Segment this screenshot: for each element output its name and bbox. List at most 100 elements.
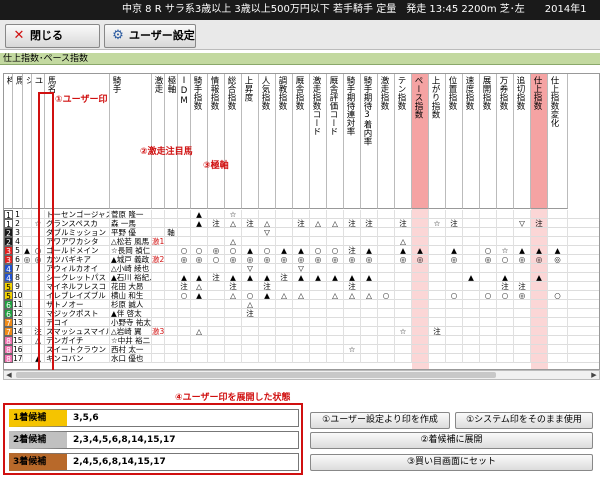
col-header-joshodo[interactable]: 上昇度 [242, 74, 259, 209]
expand-button[interactable]: ②着候補に展開 [310, 432, 593, 449]
table-row[interactable]: 4 7 アウィルカオイ △小崎 綾也 ▽ ▽ [4, 264, 599, 273]
cell-ten-shisu [395, 273, 412, 282]
scroll-right-icon[interactable]: ▶ [589, 371, 599, 379]
col-header-gokujiku[interactable]: 極軸 [165, 74, 178, 209]
col-header-chokyo-shisu[interactable]: 調教指数 [276, 74, 293, 209]
table-row[interactable]: 48シークレットパス▲石川 裕紀人▲▲注▲▲▲注▲▲▲▲▲▲▲▲ [4, 273, 599, 282]
cell-jockey: ▲伴 啓太 [110, 309, 152, 318]
col-header-shiage-shisu-henka[interactable]: 仕上指数変化 [548, 74, 568, 209]
col-header-ten-shisu[interactable]: テン指数 [395, 74, 412, 209]
close-button[interactable]: ✕ 閉じる [5, 24, 100, 48]
table-row[interactable]: 8 16 スイートクラウン 西村 太一 ☆ [4, 345, 599, 354]
cell-waku: 2 [4, 228, 13, 237]
user-settings-button[interactable]: ⚙ ユーザー設定 [104, 24, 196, 48]
cell-idm: ◎ [178, 255, 191, 264]
col-header-sokudo-shisu[interactable]: 速度指数 [463, 74, 480, 209]
table-row[interactable]: 1 2 ☆ グランスペスカ森 一馬 ▲ 注 △ 注 △ 注 △ △ 注注注 ☆ 注 ▽ 注 [4, 219, 599, 228]
cell-mankenn-shisu [497, 309, 514, 318]
cell-idm: ○ [178, 246, 191, 255]
cell-agari-shisu [429, 237, 446, 246]
cell-chishi-shisu [514, 336, 531, 345]
cell-ten-shisu [395, 228, 412, 237]
cell-kyusha-shisu: ◎ [293, 255, 310, 264]
col-header-kishu-kitai-rentai[interactable]: 騎手期待連対率 [344, 74, 361, 209]
col-header-ichi-shisu[interactable]: 位置指数 [446, 74, 463, 209]
col-header-waku[interactable]: 枠 [4, 74, 13, 209]
candidate-row-2[interactable]: 2着候補 2,3,4,5,6,8,14,15,17 [9, 431, 299, 449]
set-bet-button[interactable]: ③買い目画面にセット [310, 454, 593, 471]
col-header-ninki-shisu[interactable]: 人気指数 [259, 74, 276, 209]
col-header-jockey[interactable]: 騎手 [110, 74, 152, 209]
cell-uma: 4 [13, 237, 23, 246]
gear-icon: ⚙ [112, 28, 124, 43]
cell-sokudo-shisu [463, 264, 480, 273]
cell-gekisou-shisu [378, 246, 395, 255]
col-header-gekisou-code[interactable]: 激走指数コード [310, 74, 327, 209]
col-header-gekisou-shisu[interactable]: 激走指数 [378, 74, 395, 209]
col-header-shiage-shisu[interactable]: 仕上指数 [531, 74, 548, 209]
cell-ichi-shisu [446, 345, 463, 354]
col-header-kyusha-hyoka[interactable]: 厩舎評価コード [327, 74, 344, 209]
scroll-left-icon[interactable]: ◀ [4, 371, 14, 379]
cell-jockey: △小崎 綾也 [110, 264, 152, 273]
col-header-idm[interactable]: IDM [178, 74, 191, 209]
col-header-chishi-shisu[interactable]: 追切指数 [514, 74, 531, 209]
table-row[interactable]: 7 14 注スマッシュスマイル △岩崎 翼激3 △ ☆ 注 [4, 327, 599, 336]
cell-horse: ゴールドメイン [45, 246, 110, 255]
col-header-pace-shisu[interactable]: ペース指数 [412, 74, 429, 209]
col-header-uma[interactable]: 馬 [13, 74, 23, 209]
create-from-user-button[interactable]: ①ユーザー設定より印を作成 [310, 412, 450, 429]
cell-joshodo: 注 [242, 309, 259, 318]
cell-idm [178, 228, 191, 237]
cell-gekisou-shisu [378, 210, 395, 219]
cell-jockey: ▲城戸 義政 [110, 255, 152, 264]
cell-uma: 7 [13, 264, 23, 273]
col-header-kishu-shisu[interactable]: 騎手指数 [191, 74, 208, 209]
table-row[interactable]: 8 15 △ テンガイチ ☆中井 裕二 [4, 336, 599, 345]
table-row[interactable]: 2 3 ダブルミッション 平野 優 軸 ▽ [4, 228, 599, 237]
cell-kyusha-hyoka [327, 264, 344, 273]
table-row[interactable]: 3 6 ◎ ◎ カツバギキア ▲城戸 義政 激2 ◎ ◎ ○ ◎ ◎ ◎ ◎ ◎ ◎ ◎ ◎ ◎ ◎ ◎ ◎ ◎ ○ ◎ ◎ ◎ [4, 255, 599, 264]
cell-gokujiku [165, 318, 178, 327]
use-system-button[interactable]: ①システム印をそのまま使用 [455, 412, 593, 429]
table-row[interactable]: 3 5 ▲ ○ ゴールドメイン ☆長岡 禎仁 ○ ○ ◎ ○ ▲ ○ ▲ ▲ ○ ○ 注 ▲ ▲ ▲ ▲ ○ ☆ ▲ ▲ ▲ [4, 246, 599, 255]
cell-chishi-shisu: 注 [514, 282, 531, 291]
table-row[interactable]: 5 9 マイネルフレスコ 花田 大昂注 △ 注注注注注 [4, 282, 599, 291]
col-header-gekisou[interactable]: 激走 [152, 74, 165, 209]
cell-ninki-shisu [259, 237, 276, 246]
col-header-agari-shisu[interactable]: 上がり指数 [429, 74, 446, 209]
cell-pace-shisu [412, 210, 429, 219]
cell-kishu-shisu [191, 237, 208, 246]
table-row[interactable]: 1 1 トーセンゴージャス 菅原 隆一 ▲ ☆ [4, 210, 599, 219]
col-header-joho-shisu[interactable]: 情報指数 [208, 74, 225, 209]
table-row[interactable]: 8 17 ▲ キンコバン 水口 優也 [4, 354, 599, 363]
cell-joshodo [242, 237, 259, 246]
cell-gekisou [152, 291, 165, 300]
cell-gokujiku [165, 237, 178, 246]
table-row[interactable]: 2 4 アワアワカシタ △松若 風馬 激1 △ △ [4, 237, 599, 246]
table-row[interactable]: 6 12 マジックポスト ▲伴 啓太 注 [4, 309, 599, 318]
cell-chokyo-shisu [276, 219, 293, 228]
table-row[interactable]: 5 10 イレブレイズブル 横山 和生 ○ ▲ △ ○ ▲ △ △ △ △ △ ○ ○ ○ ○ ◎ ○ [4, 291, 599, 300]
col-header-tenkai-shisu[interactable]: 展開指数 [480, 74, 497, 209]
cell-uma: 13 [13, 318, 23, 327]
table-row[interactable]: 7 13 デコイ 小野寺 祐太 [4, 318, 599, 327]
col-header-mankenn-shisu[interactable]: 万券指数 [497, 74, 514, 209]
cell-ninki-shisu: ▲ [259, 273, 276, 282]
table-row[interactable]: 6 11 サトノオー 杉原 誠人 △ [4, 300, 599, 309]
candidate-label: 1着候補 [9, 410, 67, 426]
cell-pace-shisu [412, 300, 429, 309]
horizontal-scrollbar[interactable]: ◀ ▶ [3, 370, 600, 380]
col-header-sogo-shisu[interactable]: 総合指数 [225, 74, 242, 209]
col-header-kishu-kitai-3[interactable]: 騎手期待3着内率 [361, 74, 378, 209]
cell-chokyo-shisu [276, 345, 293, 354]
candidate-row-1[interactable]: 1着候補 3,5,6 [9, 409, 299, 427]
col-header-kyusha-shisu[interactable]: 厩舎指数 [293, 74, 310, 209]
scrollbar-thumb[interactable] [16, 372, 496, 378]
cell-ichi-shisu [446, 327, 463, 336]
cell-pace-shisu [412, 327, 429, 336]
col-header-shi[interactable]: シ [23, 74, 32, 209]
cell-idm: 注 [178, 282, 191, 291]
cell-kyusha-hyoka: ▲ [327, 273, 344, 282]
candidate-row-3[interactable]: 3着候補 2,4,5,6,8,14,15,17 [9, 453, 299, 471]
